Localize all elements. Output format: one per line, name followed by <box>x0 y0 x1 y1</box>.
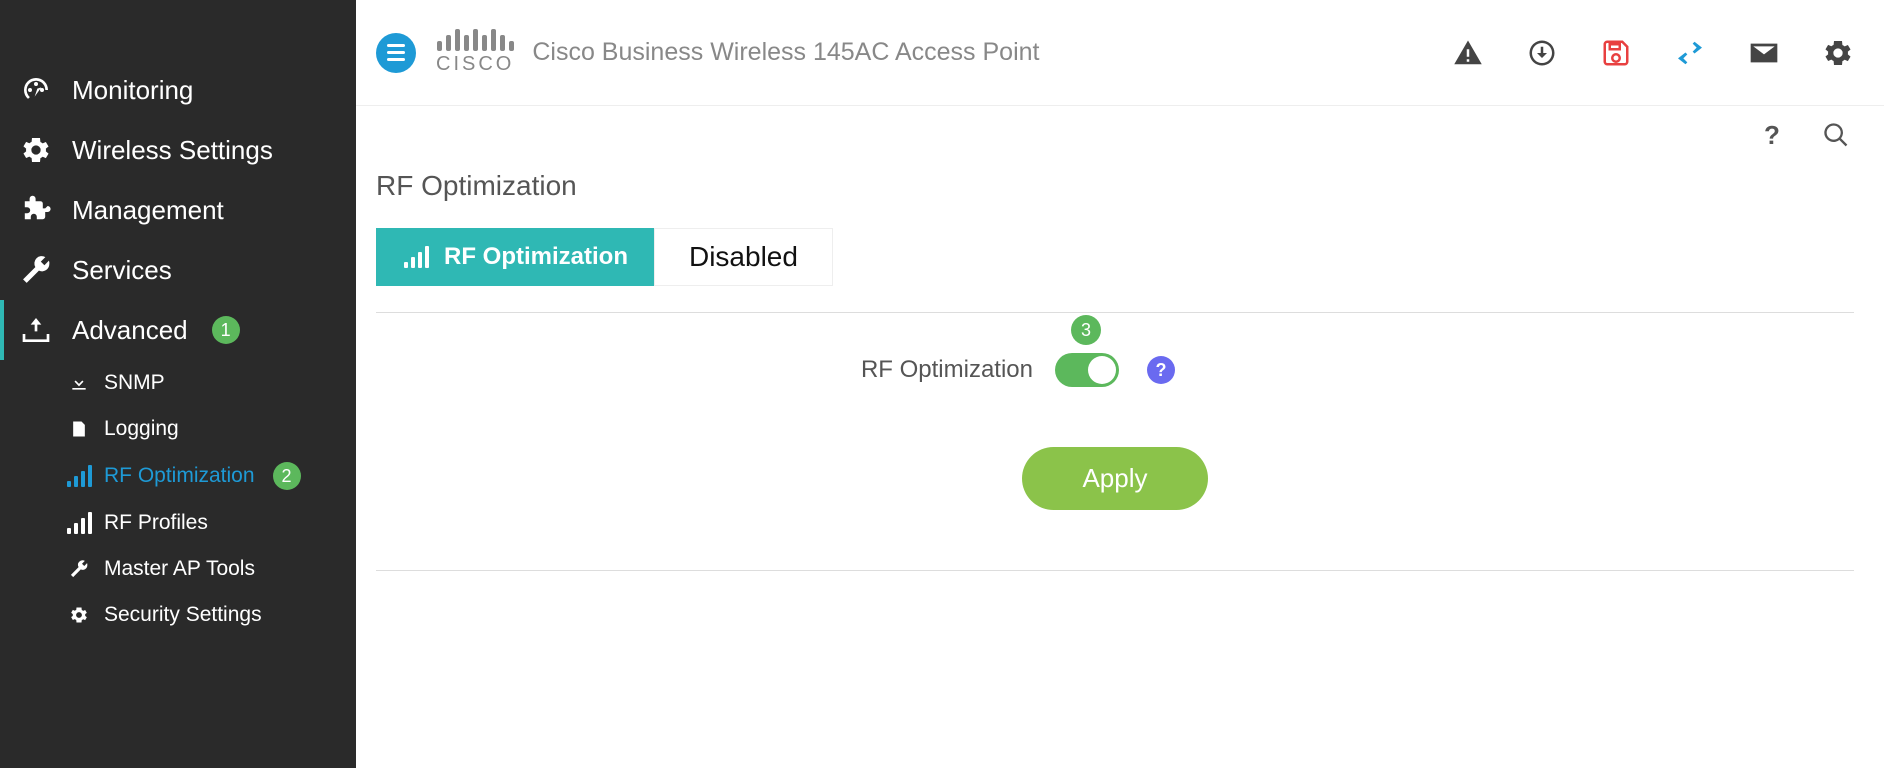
signal-icon <box>402 243 430 271</box>
topbar: cisco Cisco Business Wireless 145AC Acce… <box>356 0 1884 106</box>
alert-icon[interactable] <box>1452 37 1484 69</box>
step-badge-1: 1 <box>212 316 240 344</box>
cisco-logo: cisco <box>436 29 514 76</box>
sub-item-label: RF Profiles <box>104 511 208 535</box>
sub-item-security-settings[interactable]: Security Settings <box>66 592 356 638</box>
menu-toggle-button[interactable] <box>376 33 416 73</box>
save-icon[interactable] <box>1600 37 1632 69</box>
secondbar: ? <box>356 106 1884 164</box>
sidebar: Monitoring Wireless Settings Management … <box>0 0 356 768</box>
sub-item-master-ap-tools[interactable]: Master AP Tools <box>66 546 356 592</box>
sub-item-label: RF Optimization <box>104 464 255 488</box>
sub-item-rf-optimization[interactable]: RF Optimization 2 <box>66 452 356 500</box>
sidebar-item-wireless-settings[interactable]: Wireless Settings <box>0 120 356 180</box>
step-badge-3: 3 <box>1071 315 1101 345</box>
sidebar-item-management[interactable]: Management <box>0 180 356 240</box>
rf-optimization-toggle[interactable] <box>1055 353 1119 387</box>
sub-item-label: Master AP Tools <box>104 557 255 581</box>
log-icon <box>66 416 92 442</box>
sub-item-label: Logging <box>104 417 179 441</box>
sidebar-item-label: Advanced <box>72 315 188 346</box>
sidebar-item-label: Monitoring <box>72 75 193 106</box>
field-help-icon[interactable]: ? <box>1147 356 1175 384</box>
sub-item-rf-profiles[interactable]: RF Profiles <box>66 500 356 546</box>
signal-icon <box>66 463 92 489</box>
sidebar-item-label: Services <box>72 255 172 286</box>
settings-icon[interactable] <box>1822 37 1854 69</box>
wrench-icon <box>66 556 92 582</box>
sub-item-label: SNMP <box>104 371 165 395</box>
signal-icon <box>66 510 92 536</box>
sidebar-item-label: Management <box>72 195 224 226</box>
product-title: Cisco Business Wireless 145AC Access Poi… <box>532 38 1039 67</box>
sidebar-item-advanced[interactable]: Advanced 1 <box>0 300 356 360</box>
toggle-wrap: 3 ? <box>1055 353 1175 387</box>
step-badge-2: 2 <box>273 462 301 490</box>
advanced-submenu: SNMP Logging RF Optimization 2 RF Pr <box>0 360 356 638</box>
status-value: Disabled <box>654 228 833 286</box>
download-icon <box>66 370 92 396</box>
puzzle-icon <box>18 192 54 228</box>
form-area: RF Optimization 3 ? Apply <box>376 353 1854 571</box>
tab-label: RF Optimization <box>444 243 628 271</box>
sidebar-item-services[interactable]: Services <box>0 240 356 300</box>
form-label: RF Optimization <box>633 356 1033 384</box>
apply-row: Apply <box>376 447 1854 510</box>
help-icon[interactable]: ? <box>1758 121 1786 149</box>
sub-item-logging[interactable]: Logging <box>66 406 356 452</box>
search-icon[interactable] <box>1822 121 1850 149</box>
page-title: RF Optimization <box>376 170 1854 202</box>
main: cisco Cisco Business Wireless 145AC Acce… <box>356 0 1884 768</box>
tab-row: RF Optimization Disabled <box>376 228 1854 313</box>
content: RF Optimization RF Optimization Disabled… <box>356 164 1884 571</box>
gauge-icon <box>18 72 54 108</box>
mail-icon[interactable] <box>1748 37 1780 69</box>
gear-icon <box>18 132 54 168</box>
sub-item-label: Security Settings <box>104 603 262 627</box>
logo-text: cisco <box>436 53 514 76</box>
tab-rf-optimization[interactable]: RF Optimization <box>376 228 654 286</box>
form-row-rf-optimization: RF Optimization 3 ? <box>376 353 1854 387</box>
topbar-icons <box>1452 37 1854 69</box>
sidebar-item-monitoring[interactable]: Monitoring <box>0 60 356 120</box>
download-circle-icon[interactable] <box>1526 37 1558 69</box>
download-tray-icon <box>18 312 54 348</box>
sidebar-item-label: Wireless Settings <box>72 135 273 166</box>
toggle-knob <box>1088 356 1116 384</box>
apply-button[interactable]: Apply <box>1022 447 1207 510</box>
swap-icon[interactable] <box>1674 37 1706 69</box>
wrench-icon <box>18 252 54 288</box>
gear-icon <box>66 602 92 628</box>
sub-item-snmp[interactable]: SNMP <box>66 360 356 406</box>
